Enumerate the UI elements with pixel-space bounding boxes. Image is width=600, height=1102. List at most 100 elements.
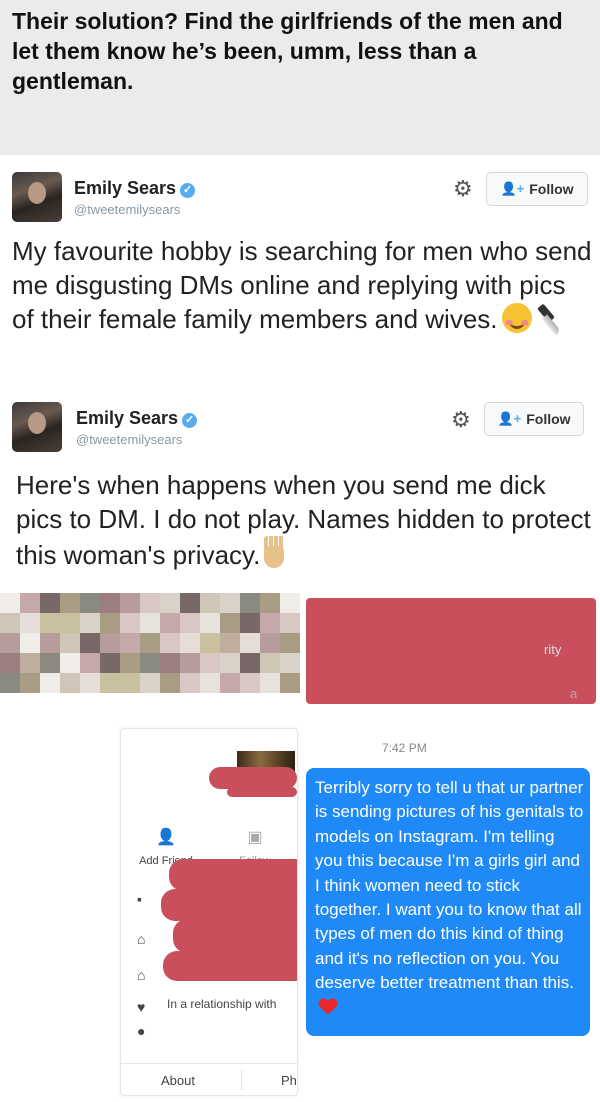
education-icon: ⌂: [137, 931, 146, 947]
pixel-block: [100, 653, 120, 673]
pixel-block: [120, 633, 140, 653]
pixel-block: [200, 673, 220, 693]
add-user-icon: 👤+: [500, 181, 525, 196]
pixel-block: [40, 593, 60, 613]
pixel-block: [240, 613, 260, 633]
pixel-block: [20, 593, 40, 613]
pixel-block: [20, 653, 40, 673]
add-friend-icon: 👤: [156, 829, 176, 846]
pixelated-image: [0, 593, 300, 693]
smiling-face-emoji-icon: [501, 303, 532, 333]
follow-icon: ▣: [247, 829, 263, 846]
pixel-block: [260, 673, 280, 693]
tab-about[interactable]: About: [161, 1073, 195, 1088]
pixel-block: [240, 673, 260, 693]
pixel-block: [140, 613, 160, 633]
pixel-block: [100, 593, 120, 613]
tweet-text: My favourite hobby is searching for men …: [12, 234, 592, 336]
pixel-block: [100, 673, 120, 693]
pixel-block: [240, 593, 260, 613]
verified-badge-icon: ✓: [182, 413, 198, 428]
partial-text: rity: [544, 642, 562, 657]
redacted-name: [209, 767, 297, 789]
pixel-block: [140, 653, 160, 673]
knife-emoji-icon: [532, 302, 566, 336]
redacted-details: [161, 889, 297, 921]
pixel-block: [280, 633, 300, 653]
gear-icon[interactable]: ⚙: [451, 407, 471, 433]
avatar[interactable]: [12, 402, 62, 452]
pixel-block: [140, 673, 160, 693]
caption-banner: Their solution? Find the girlfriends of …: [0, 0, 600, 155]
profile-tabs: About Ph: [121, 1063, 297, 1095]
follow-label: Follow: [529, 181, 574, 197]
pixel-block: [80, 673, 100, 693]
pixel-block: [80, 613, 100, 633]
pixel-block: [20, 633, 40, 653]
pixel-block: [40, 673, 60, 693]
redacted-name: [227, 787, 297, 797]
verified-badge-icon: ✓: [180, 183, 196, 198]
pixel-block: [260, 653, 280, 673]
pixel-block: [120, 673, 140, 693]
raised-hand-emoji-icon: [260, 536, 288, 570]
pixel-block: [120, 653, 140, 673]
redacted-details: [163, 951, 297, 981]
message-bubble[interactable]: Terribly sorry to tell u that ur partner…: [306, 768, 590, 1036]
pixel-block: [220, 673, 240, 693]
tweet-author-name[interactable]: Emily Sears ✓: [76, 408, 198, 429]
tweet-text: Here's when happens when you send me dic…: [16, 468, 591, 572]
pixel-block: [20, 613, 40, 633]
location-pin-icon: ●: [137, 1023, 146, 1039]
pixel-block: [60, 593, 80, 613]
partial-text: a: [570, 686, 578, 701]
home-icon: ⌂: [137, 967, 146, 983]
tweet-text-content: Here's when happens when you send me dic…: [16, 470, 591, 570]
tweet-author-handle[interactable]: @tweetemilysears: [76, 432, 182, 447]
pixel-block: [0, 653, 20, 673]
pixel-block: [100, 613, 120, 633]
pixel-block: [280, 673, 300, 693]
pixel-block: [0, 673, 20, 693]
gear-icon[interactable]: ⚙: [453, 176, 473, 202]
pixel-block: [220, 613, 240, 633]
pixel-block: [40, 633, 60, 653]
pixel-block: [180, 633, 200, 653]
message-text: Terribly sorry to tell u that ur partner…: [315, 778, 584, 993]
tab-divider: [241, 1070, 242, 1090]
pixel-block: [280, 653, 300, 673]
avatar[interactable]: [12, 172, 62, 222]
pixel-block: [40, 653, 60, 673]
author-name-text: Emily Sears: [76, 408, 179, 428]
pixel-block: [0, 593, 20, 613]
tweet-1: Emily Sears ✓ @tweetemilysears ⚙ 👤+ Follo…: [0, 160, 600, 385]
tweet-author-handle[interactable]: @tweetemilysears: [74, 202, 180, 217]
follow-button[interactable]: 👤+ Follow: [484, 402, 584, 436]
pixel-block: [200, 613, 220, 633]
heart-emoji-icon: [319, 999, 337, 1015]
pixel-block: [0, 613, 20, 633]
pixel-block: [220, 593, 240, 613]
pixel-block: [140, 633, 160, 653]
pixel-block: [220, 653, 240, 673]
tweet-author-name[interactable]: Emily Sears ✓: [74, 178, 196, 199]
tweet-2: Emily Sears ✓ @tweetemilysears ⚙ 👤+ Follo…: [0, 390, 600, 590]
relationship-status[interactable]: In a relationship with: [167, 997, 276, 1011]
follow-label: Follow: [526, 411, 571, 427]
pixel-block: [180, 673, 200, 693]
pixel-block: [60, 633, 80, 653]
caption-text: Their solution? Find the girlfriends of …: [12, 8, 563, 94]
pixel-block: [240, 633, 260, 653]
pixel-block: [0, 633, 20, 653]
add-user-icon: 👤+: [497, 411, 522, 426]
pixel-block: [200, 633, 220, 653]
pixel-block: [60, 673, 80, 693]
pixel-block: [280, 613, 300, 633]
pixel-block: [40, 613, 60, 633]
pixel-block: [260, 593, 280, 613]
profile-card: 👤 Add Friend ▣ Follow ▪ ⌂ ⌂ ♥ ● In a rel…: [120, 728, 298, 1096]
tab-photos[interactable]: Ph: [281, 1073, 297, 1088]
pixel-block: [160, 613, 180, 633]
follow-button[interactable]: 👤+ Follow: [486, 172, 588, 206]
pixel-block: [200, 653, 220, 673]
